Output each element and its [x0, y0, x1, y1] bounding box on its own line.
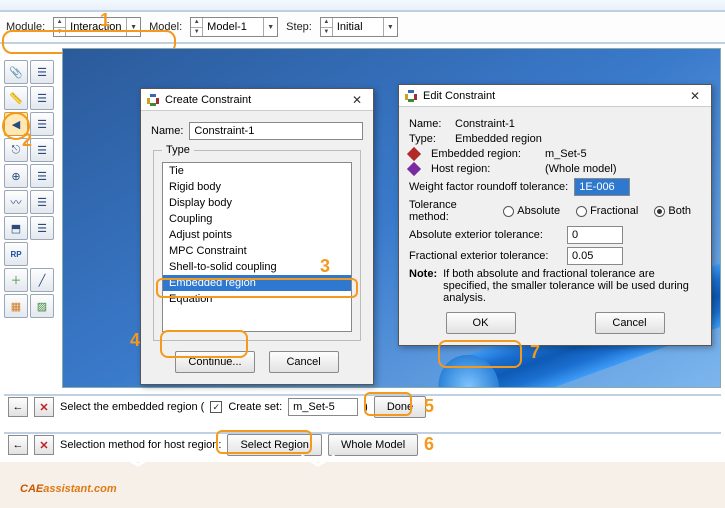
- type-fieldset: Type Tie Rigid body Display body Couplin…: [153, 144, 361, 341]
- list-item[interactable]: Rigid body: [163, 179, 351, 195]
- tool-constraint-manager-icon[interactable]: ☰: [30, 86, 54, 110]
- name-label: Name:: [151, 125, 183, 137]
- tool-datum-line-icon[interactable]: ╱: [30, 268, 54, 292]
- app-icon: [147, 94, 159, 106]
- host-value: (Whole model): [545, 163, 617, 175]
- note-text: If both absolute and fractional toleranc…: [443, 268, 701, 304]
- tool-partition2-icon[interactable]: ▨: [30, 294, 54, 318]
- tolmethod-label: Tolerance method:: [409, 199, 497, 223]
- tool-constraint-icon[interactable]: 📏: [4, 86, 28, 110]
- annotation-1: 1: [100, 10, 110, 31]
- whole-model-button[interactable]: Whole Model: [328, 434, 418, 456]
- tool-find-contact-icon[interactable]: ☰: [30, 112, 54, 136]
- prompt-text: Selection method for host region:: [60, 439, 221, 451]
- create-set-checkbox[interactable]: ✓: [210, 401, 222, 413]
- prompt-text: Select the embedded region (: [60, 401, 204, 413]
- abs-tol-input[interactable]: 0: [567, 226, 623, 244]
- tool-fastener-manager-icon[interactable]: ☰: [30, 164, 54, 188]
- host-label: Host region:: [431, 163, 539, 175]
- highlight-ok: [438, 340, 522, 368]
- tool-reference-point-icon[interactable]: RP: [4, 242, 28, 266]
- cancel-icon[interactable]: ✕: [34, 397, 54, 417]
- cancel-button[interactable]: Cancel: [269, 351, 339, 373]
- weight-label: Weight factor roundoff tolerance:: [409, 181, 568, 193]
- highlight-embedded: [156, 278, 358, 298]
- edit-constraint-dialog: Edit Constraint ✕ Name: Constraint-1 Type…: [398, 84, 712, 346]
- frac-tol-label: Fractional exterior tolerance:: [409, 250, 561, 262]
- ok-button[interactable]: OK: [446, 312, 516, 334]
- brand-logo: CAEassistant.com: [20, 472, 117, 498]
- tool-attachment-icon[interactable]: ⬒: [4, 216, 28, 240]
- annotation-3: 3: [320, 256, 330, 277]
- list-item[interactable]: Adjust points: [163, 227, 351, 243]
- region-icon: [407, 147, 421, 161]
- set-name-input[interactable]: m_Set-5: [288, 398, 358, 416]
- back-icon[interactable]: ←: [8, 397, 28, 417]
- cancel-button[interactable]: Cancel: [595, 312, 665, 334]
- highlight-continue: [160, 330, 248, 358]
- radio-fractional[interactable]: Fractional: [576, 205, 638, 217]
- prompt-embedded-region: ← ✕ Select the embedded region ( ✓ Creat…: [4, 394, 721, 418]
- embedded-value: m_Set-5: [545, 148, 587, 160]
- list-item[interactable]: Tie: [163, 163, 351, 179]
- tool-interaction-icon[interactable]: 📎: [4, 60, 28, 84]
- abs-tol-label: Absolute exterior tolerance:: [409, 229, 561, 241]
- tool-partition-icon[interactable]: ▦: [4, 294, 28, 318]
- annotation-6: 6: [424, 434, 434, 455]
- frac-tol-input[interactable]: 0.05: [567, 247, 623, 265]
- annotation-7: 7: [530, 342, 540, 363]
- ed-name-label: Name:: [409, 118, 449, 130]
- radio-absolute[interactable]: Absolute: [503, 205, 560, 217]
- list-item[interactable]: Coupling: [163, 211, 351, 227]
- create-dialog-title: Create Constraint: [165, 94, 251, 106]
- highlight-done: [364, 392, 412, 416]
- model-selector[interactable]: ▲▼ Model-1 ▼: [190, 17, 278, 37]
- app-icon: [405, 90, 417, 102]
- weight-input[interactable]: 1E-006: [574, 178, 630, 196]
- chevron-down-icon[interactable]: ▼: [263, 18, 277, 36]
- annotation-5: 5: [424, 396, 434, 417]
- step-selector[interactable]: ▲▼ Initial ▼: [320, 17, 398, 37]
- footer: CAEassistant.com: [0, 462, 725, 508]
- constraint-name-input[interactable]: Constraint-1: [189, 122, 363, 140]
- cancel-icon[interactable]: ✕: [34, 435, 54, 455]
- tool-datum-add-icon[interactable]: ＋: [4, 268, 28, 292]
- step-label: Step:: [286, 21, 312, 33]
- annotation-4: 4: [130, 330, 140, 351]
- prompt-host-region: ← ✕ Selection method for host region: Se…: [4, 432, 721, 456]
- ed-type-value: Embedded region: [455, 133, 542, 145]
- model-value: Model-1: [203, 21, 263, 33]
- constraint-type-list[interactable]: Tie Rigid body Display body Coupling Adj…: [162, 162, 352, 332]
- tool-interaction-manager-icon[interactable]: ☰: [30, 60, 54, 84]
- tool-attachment-manager-icon[interactable]: ☰: [30, 216, 54, 240]
- region-icon: [407, 162, 421, 176]
- tool-wire-icon[interactable]: 〰: [4, 190, 28, 214]
- highlight-select-region: [216, 430, 312, 454]
- close-icon[interactable]: ✕: [347, 93, 367, 107]
- close-icon[interactable]: ✕: [685, 89, 705, 103]
- create-set-label: Create set:: [228, 401, 282, 413]
- tool-wire-manager-icon[interactable]: ☰: [30, 190, 54, 214]
- edit-dialog-title: Edit Constraint: [423, 90, 495, 102]
- tool-fastener-icon[interactable]: ⊕: [4, 164, 28, 188]
- embedded-label: Embedded region:: [431, 148, 539, 160]
- radio-both[interactable]: Both: [654, 205, 691, 217]
- type-legend: Type: [162, 144, 194, 156]
- list-item[interactable]: Display body: [163, 195, 351, 211]
- note-label: Note:: [409, 268, 437, 280]
- step-value: Initial: [333, 21, 383, 33]
- back-icon[interactable]: ←: [8, 435, 28, 455]
- ed-name-value: Constraint-1: [455, 118, 515, 130]
- toolbox: 📎 ☰ 📏 ☰ ◀ ☰ ⎋ ☰ ⊕ ☰ 〰 ☰ ⬒ ☰ RP ＋ ╱ ▦ ▨: [4, 60, 60, 318]
- tool-connector-manager-icon[interactable]: ☰: [30, 138, 54, 162]
- ed-type-label: Type:: [409, 133, 449, 145]
- chevron-down-icon[interactable]: ▼: [383, 18, 397, 36]
- annotation-2: 2: [22, 130, 32, 151]
